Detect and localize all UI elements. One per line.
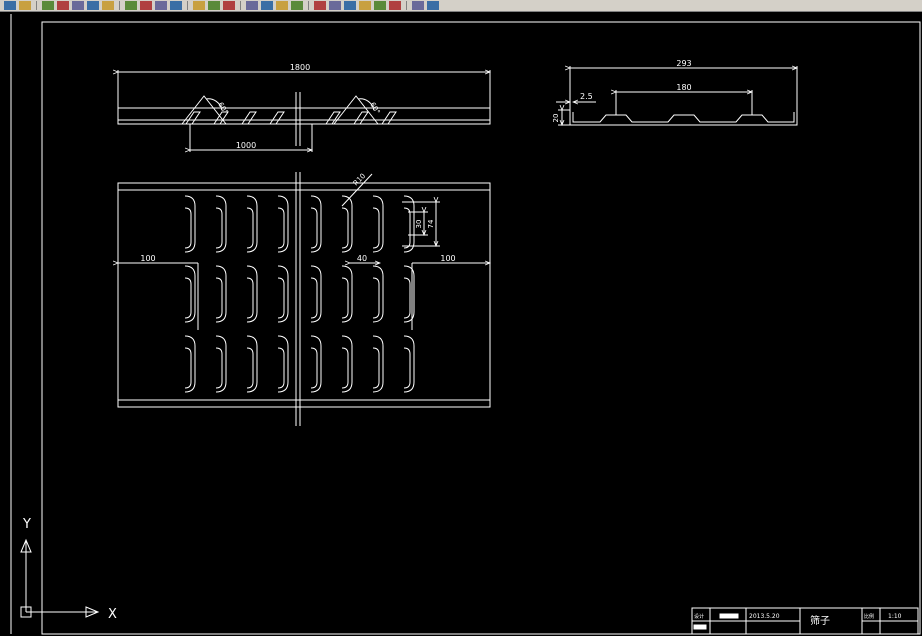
screen-slot <box>277 195 289 253</box>
toolbar-separator <box>308 1 309 10</box>
ucs-y-label: Y <box>22 517 31 532</box>
3d-print-icon[interactable] <box>87 1 99 10</box>
screen-slot <box>403 195 415 253</box>
screen-slot <box>341 265 353 323</box>
screen-slot <box>372 335 384 393</box>
screen-slot <box>246 265 258 323</box>
dim-top-overall: 1800 <box>290 63 310 72</box>
toolbar-separator <box>36 1 37 10</box>
ucs-x-label: X <box>108 607 117 622</box>
ucs-icon <box>20 538 100 618</box>
screen-slot <box>403 335 415 393</box>
screen-slot <box>215 195 227 253</box>
screen-slot <box>310 335 322 393</box>
toolbar-separator <box>240 1 241 10</box>
dim-top-bottom: 1000 <box>236 141 256 150</box>
toolbar-separator <box>119 1 120 10</box>
sheet-border <box>41 21 921 635</box>
louver-profile <box>353 111 369 125</box>
title-scale: 1:10 <box>888 613 902 620</box>
louver-profile <box>185 111 201 125</box>
screen-slot <box>310 195 322 253</box>
dim-section-overall: 293 <box>676 59 691 68</box>
title-date: 2013.5.20 <box>749 613 780 620</box>
screen-slot <box>184 265 196 323</box>
match-properties-icon[interactable] <box>155 1 167 10</box>
title-block <box>691 607 919 635</box>
block-editor-icon[interactable] <box>170 1 182 10</box>
toolbar-separator <box>406 1 407 10</box>
louver-profile <box>269 111 285 125</box>
title-label-scale: 比例 <box>864 613 874 620</box>
cut-icon[interactable] <box>102 1 114 10</box>
screen-slot <box>277 335 289 393</box>
zoom-previous-icon[interactable] <box>276 1 288 10</box>
zoom-window-icon[interactable] <box>261 1 273 10</box>
screen-slot <box>184 195 196 253</box>
sheet-set-icon[interactable] <box>344 1 356 10</box>
help-icon[interactable] <box>389 1 401 10</box>
dim-plan-radius: R10 <box>352 172 367 187</box>
screen-slot <box>372 195 384 253</box>
design-center-icon[interactable] <box>314 1 326 10</box>
redo-icon[interactable] <box>208 1 220 10</box>
dim-plan-right-margin: 100 <box>440 254 455 263</box>
louver-profile <box>381 111 397 125</box>
dim-plan-spacing: 40 <box>357 254 367 263</box>
screen-slot <box>372 265 384 323</box>
screen-slot <box>246 195 258 253</box>
screen-slot <box>277 265 289 323</box>
print-icon[interactable] <box>42 1 54 10</box>
standard-toolbar <box>0 0 922 12</box>
louver-profile <box>241 111 257 125</box>
screen-slot <box>341 335 353 393</box>
undo-icon[interactable] <box>193 1 205 10</box>
paste-icon[interactable] <box>140 1 152 10</box>
dim-plan-left-margin: 100 <box>140 254 155 263</box>
quickcalc-icon[interactable] <box>374 1 386 10</box>
layer-state-icon[interactable] <box>427 1 439 10</box>
pan-icon[interactable] <box>223 1 235 10</box>
screen-slot <box>184 335 196 393</box>
zoom-realtime-icon[interactable] <box>246 1 258 10</box>
title-part-name: 筛子 <box>810 614 830 627</box>
layer-properties-icon[interactable] <box>412 1 424 10</box>
screen-slot <box>215 265 227 323</box>
tool-palettes-icon[interactable] <box>329 1 341 10</box>
drawing-canvas[interactable]: 1800 60° 60° 1000 293 180 2.5 20 R10 100… <box>0 12 922 636</box>
screen-slot <box>246 335 258 393</box>
dim-section-pitch: 180 <box>676 83 691 92</box>
screen-slot <box>310 265 322 323</box>
screen-slot <box>215 335 227 393</box>
top-view <box>118 70 490 152</box>
markup-icon[interactable] <box>359 1 371 10</box>
louver-profile <box>325 111 341 125</box>
plan-view <box>118 172 490 426</box>
copy-icon[interactable] <box>125 1 137 10</box>
plot-preview-icon[interactable] <box>57 1 69 10</box>
open-folder-icon[interactable] <box>4 1 16 10</box>
properties-icon[interactable] <box>291 1 303 10</box>
toolbar-separator <box>187 1 188 10</box>
save-icon[interactable] <box>19 1 31 10</box>
title-label-design: 设计 <box>694 613 704 620</box>
dim-plan-slot-length: 74 <box>427 219 435 228</box>
dim-section-thickness: 2.5 <box>580 92 593 101</box>
dim-plan-slot-width: 30 <box>415 220 423 229</box>
publish-icon[interactable] <box>72 1 84 10</box>
dim-section-height: 20 <box>552 114 560 123</box>
